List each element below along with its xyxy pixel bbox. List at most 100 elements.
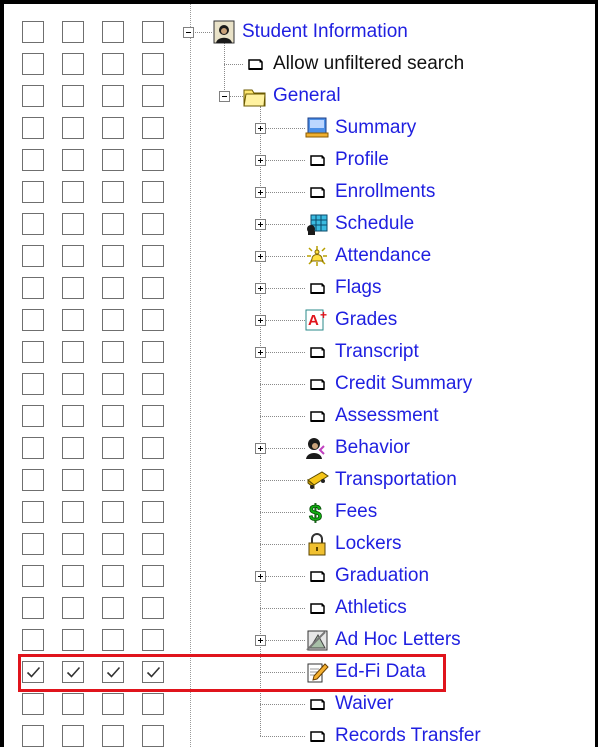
permission-checkbox[interactable] [62, 629, 84, 651]
expand-icon[interactable] [255, 283, 266, 294]
permission-checkbox[interactable] [142, 501, 164, 523]
tree-item-label[interactable]: Transcript [335, 340, 419, 364]
permission-checkbox[interactable] [22, 533, 44, 555]
permission-checkbox[interactable] [102, 213, 124, 235]
permission-checkbox[interactable] [102, 117, 124, 139]
permission-checkbox[interactable] [102, 597, 124, 619]
permission-checkbox[interactable] [62, 341, 84, 363]
permission-checkbox[interactable] [142, 245, 164, 267]
permission-checkbox[interactable] [22, 277, 44, 299]
permission-checkbox[interactable] [22, 501, 44, 523]
permission-checkbox[interactable] [22, 213, 44, 235]
permission-checkbox[interactable] [142, 437, 164, 459]
collapse-icon[interactable] [183, 27, 194, 38]
permission-checkbox[interactable] [22, 85, 44, 107]
expand-icon[interactable] [255, 219, 266, 230]
permission-checkbox[interactable] [22, 53, 44, 75]
permission-checkbox[interactable] [62, 533, 84, 555]
expand-icon[interactable] [255, 315, 266, 326]
permission-checkbox[interactable] [142, 117, 164, 139]
permission-checkbox[interactable] [142, 181, 164, 203]
tree-item-label[interactable]: Waiver [335, 692, 393, 716]
permission-checkbox[interactable] [142, 533, 164, 555]
permission-checkbox[interactable] [102, 629, 124, 651]
permission-checkbox[interactable] [102, 277, 124, 299]
permission-checkbox[interactable] [62, 117, 84, 139]
permission-checkbox[interactable] [62, 501, 84, 523]
permission-checkbox[interactable] [22, 469, 44, 491]
permission-checkbox[interactable] [102, 501, 124, 523]
permission-checkbox[interactable] [22, 405, 44, 427]
permission-checkbox[interactable] [142, 309, 164, 331]
tree-item-label[interactable]: Schedule [335, 212, 414, 236]
tree-item-label[interactable]: General [273, 84, 341, 108]
tree-item-label[interactable]: Profile [335, 148, 389, 172]
permission-checkbox[interactable] [102, 373, 124, 395]
permission-checkbox[interactable] [22, 725, 44, 747]
tree-item-label[interactable]: Lockers [335, 532, 402, 556]
permission-checkbox[interactable] [102, 149, 124, 171]
permission-checkbox[interactable] [102, 341, 124, 363]
tree-item-label[interactable]: Summary [335, 116, 416, 140]
tree-item-label[interactable]: Enrollments [335, 180, 435, 204]
permission-checkbox[interactable] [62, 469, 84, 491]
permission-checkbox[interactable] [22, 309, 44, 331]
permission-checkbox[interactable] [62, 725, 84, 747]
permission-checkbox[interactable] [102, 405, 124, 427]
expand-icon[interactable] [255, 251, 266, 262]
permission-checkbox[interactable] [22, 693, 44, 715]
permission-checkbox[interactable] [62, 565, 84, 587]
tree-item-label[interactable]: Grades [335, 308, 397, 332]
permission-checkbox[interactable] [62, 245, 84, 267]
permission-checkbox[interactable] [102, 309, 124, 331]
permission-checkbox[interactable] [62, 213, 84, 235]
permission-checkbox[interactable] [102, 565, 124, 587]
permission-checkbox[interactable] [102, 725, 124, 747]
permission-checkbox[interactable] [142, 277, 164, 299]
permission-checkbox[interactable] [22, 437, 44, 459]
permission-checkbox[interactable] [142, 565, 164, 587]
permission-checkbox[interactable] [142, 21, 164, 43]
permission-checkbox[interactable] [22, 341, 44, 363]
permission-checkbox[interactable] [102, 469, 124, 491]
permission-checkbox[interactable] [142, 597, 164, 619]
permission-checkbox[interactable] [102, 245, 124, 267]
permission-checkbox[interactable] [142, 629, 164, 651]
tree-item-label[interactable]: Behavior [335, 436, 410, 460]
permission-checkbox[interactable] [102, 437, 124, 459]
permission-checkbox[interactable] [142, 213, 164, 235]
permission-checkbox[interactable] [142, 693, 164, 715]
permission-checkbox[interactable] [102, 693, 124, 715]
permission-checkbox[interactable] [22, 21, 44, 43]
permission-checkbox[interactable] [102, 533, 124, 555]
permission-checkbox[interactable] [22, 597, 44, 619]
permission-checkbox[interactable] [62, 21, 84, 43]
permission-checkbox[interactable] [62, 53, 84, 75]
permission-checkbox[interactable] [62, 597, 84, 619]
tree-item-label[interactable]: Attendance [335, 244, 431, 268]
permission-checkbox[interactable] [62, 405, 84, 427]
tree-item-label[interactable]: Ad Hoc Letters [335, 628, 461, 652]
tree-item-label[interactable]: Records Transfer [335, 724, 481, 747]
tree-item-label[interactable]: Fees [335, 500, 377, 524]
permission-checkbox[interactable] [62, 149, 84, 171]
permission-checkbox[interactable] [62, 437, 84, 459]
permission-checkbox[interactable] [22, 565, 44, 587]
permission-checkbox[interactable] [22, 117, 44, 139]
permission-checkbox[interactable] [142, 341, 164, 363]
permission-checkbox[interactable] [102, 21, 124, 43]
permission-checkbox[interactable] [22, 245, 44, 267]
permission-checkbox[interactable] [62, 373, 84, 395]
permission-checkbox[interactable] [62, 181, 84, 203]
permission-checkbox[interactable] [142, 53, 164, 75]
permission-checkbox[interactable] [62, 277, 84, 299]
tree-item-label[interactable]: Student Information [242, 20, 408, 44]
expand-icon[interactable] [255, 187, 266, 198]
expand-icon[interactable] [255, 347, 266, 358]
permission-checkbox[interactable] [62, 85, 84, 107]
permission-checkbox[interactable] [22, 373, 44, 395]
permission-checkbox[interactable] [102, 181, 124, 203]
permission-checkbox[interactable] [142, 725, 164, 747]
permission-checkbox[interactable] [22, 181, 44, 203]
tree-item-label[interactable]: Assessment [335, 404, 438, 428]
